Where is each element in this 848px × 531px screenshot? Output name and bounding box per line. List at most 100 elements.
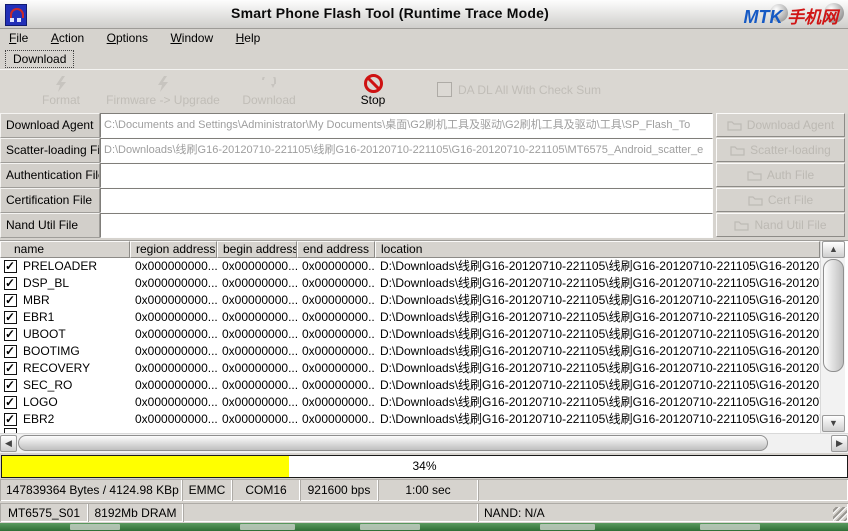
download-agent-path-field[interactable]: C:\Documents and Settings\Administrator\… — [100, 113, 713, 138]
status-empty-panel — [478, 479, 848, 501]
end-address-cell: 0x00000000... — [297, 309, 375, 326]
vertical-scrollbar[interactable]: ▲ ▼ — [820, 241, 845, 433]
begin-address-cell: 0x00000000... — [217, 326, 297, 343]
cert-file-browse-button[interactable]: Cert File — [716, 188, 845, 212]
partition-name: DSP_BL — [23, 275, 69, 292]
status-bytes: 147839364 Bytes / 4124.98 KBp — [0, 479, 182, 501]
location-cell: D:\Downloads\线刷G16-20120710-221105\线刷G16… — [375, 258, 820, 275]
status-com-port: COM16 — [232, 479, 300, 501]
scroll-right-icon[interactable]: ▶ — [831, 435, 848, 452]
nand-util-browse-button[interactable]: Nand Util File — [716, 213, 845, 237]
da-dl-checksum-checkbox[interactable]: DA DL All With Check Sum — [437, 82, 601, 97]
region-address-cell: 0x000000000... — [130, 343, 217, 360]
column-header-region-address[interactable]: region address — [130, 241, 217, 258]
auth-file-path-field[interactable] — [100, 163, 713, 188]
row-checkbox-checked[interactable] — [4, 413, 17, 426]
app-window: Smart Phone Flash Tool (Runtime Trace Mo… — [0, 0, 848, 531]
status-dram: 8192Mb DRAM — [88, 503, 183, 522]
column-header-location[interactable]: location — [375, 241, 820, 258]
table-row[interactable]: EBR1 0x000000000... 0x00000000... 0x0000… — [0, 309, 820, 326]
horizontal-scrollbar[interactable]: ◀ ▶ — [0, 433, 848, 453]
region-address-cell: 0x000000000... — [130, 394, 217, 411]
stop-button[interactable]: Stop — [336, 74, 410, 107]
column-header-begin-address[interactable]: begin address — [217, 241, 297, 258]
begin-address-cell: 0x00000000... — [217, 275, 297, 292]
download-button[interactable]: Download — [228, 74, 310, 107]
stop-icon — [364, 74, 383, 93]
region-address-cell: 0x000000000... — [130, 326, 217, 343]
tab-strip: Download — [0, 48, 848, 68]
end-address-cell: 0x00000000... — [297, 275, 375, 292]
menu-options[interactable]: Options — [98, 29, 157, 47]
menu-file[interactable]: File — [0, 29, 37, 47]
table-row[interactable]: DSP_BL 0x000000000... 0x00000000... 0x00… — [0, 275, 820, 292]
cert-file-label: Certification File — [0, 188, 100, 213]
status-empty-panel — [183, 503, 478, 522]
auth-file-label: Authentication File — [0, 163, 100, 188]
row-checkbox-checked[interactable] — [4, 362, 17, 375]
table-row[interactable]: BOOTIMG 0x000000000... 0x00000000... 0x0… — [0, 343, 820, 360]
resize-grip[interactable] — [833, 507, 847, 521]
mtk-logo: MTK 手机网 — [744, 3, 838, 25]
horizontal-scroll-thumb[interactable] — [18, 435, 768, 451]
vertical-scroll-thumb[interactable] — [823, 259, 844, 372]
scatter-file-path-field[interactable]: D:\Downloads\线刷G16-20120710-221105\线刷G16… — [100, 138, 713, 163]
partition-table: name region address begin address end ad… — [0, 240, 848, 452]
partition-name: MBR — [23, 292, 50, 309]
scatter-file-label: Scatter-loading File — [0, 138, 100, 163]
column-header-end-address[interactable]: end address — [297, 241, 375, 258]
row-checkbox-checked[interactable] — [4, 379, 17, 392]
progress-percent: 34% — [2, 456, 847, 477]
folder-icon — [727, 120, 742, 131]
scroll-up-icon[interactable]: ▲ — [822, 241, 845, 258]
partition-name: SEC_RO — [23, 377, 72, 394]
menu-window[interactable]: Window — [161, 29, 222, 47]
region-address-cell: 0x000000000... — [130, 309, 217, 326]
partition-name: LOGO — [23, 394, 58, 411]
scroll-down-icon[interactable]: ▼ — [822, 415, 845, 432]
scatter-file-browse-button[interactable]: Scatter-loading — [716, 138, 845, 162]
tab-download[interactable]: Download — [5, 50, 74, 68]
menu-help[interactable]: Help — [227, 29, 270, 47]
row-checkbox-checked[interactable] — [4, 345, 17, 358]
begin-address-cell: 0x00000000... — [217, 292, 297, 309]
region-address-cell: 0x000000000... — [130, 360, 217, 377]
firmware-upgrade-button[interactable]: Firmware -> Upgrade — [103, 74, 223, 107]
row-checkbox-checked[interactable] — [4, 294, 17, 307]
firmware-upgrade-label: Firmware -> Upgrade — [103, 93, 223, 107]
table-row[interactable]: RECOVERY 0x000000000... 0x00000000... 0x… — [0, 360, 820, 377]
table-row[interactable]: UBOOT 0x000000000... 0x00000000... 0x000… — [0, 326, 820, 343]
end-address-cell: 0x00000000... — [297, 343, 375, 360]
row-checkbox-checked[interactable] — [4, 328, 17, 341]
region-address-cell: 0x000000000... — [130, 275, 217, 292]
nand-util-file-path-field[interactable] — [100, 213, 713, 238]
end-address-cell: 0x00000000... — [297, 326, 375, 343]
location-cell: D:\Downloads\线刷G16-20120710-221105\线刷G16… — [375, 360, 820, 377]
row-checkbox-checked[interactable] — [4, 396, 17, 409]
table-row[interactable]: MBR 0x000000000... 0x00000000... 0x00000… — [0, 292, 820, 309]
scroll-left-icon[interactable]: ◀ — [0, 435, 17, 452]
location-cell: D:\Downloads\线刷G16-20120710-221105\线刷G16… — [375, 343, 820, 360]
table-row[interactable]: SEC_RO 0x000000000... 0x00000000... 0x00… — [0, 377, 820, 394]
end-address-cell: 0x00000000... — [297, 360, 375, 377]
table-row[interactable]: EBR2 0x000000000... 0x00000000... 0x0000… — [0, 411, 820, 428]
logo-mtk-text: MTK — [744, 7, 783, 27]
download-agent-browse-button[interactable]: Download Agent — [716, 113, 845, 137]
toolbar: Format Firmware -> Upgrade Download Stop… — [0, 69, 848, 114]
auth-file-browse-button[interactable]: Auth File — [716, 163, 845, 187]
location-cell: D:\Downloads\线刷G16-20120710-221105\线刷G16… — [375, 411, 820, 428]
format-button[interactable]: Format — [22, 74, 100, 107]
folder-icon — [748, 195, 763, 206]
cert-file-path-field[interactable] — [100, 188, 713, 213]
menu-action[interactable]: Action — [42, 29, 93, 47]
region-address-cell: 0x000000000... — [130, 411, 217, 428]
row-checkbox-checked[interactable] — [4, 311, 17, 324]
begin-address-cell: 0x00000000... — [217, 411, 297, 428]
row-checkbox-checked[interactable] — [4, 260, 17, 273]
table-row[interactable]: PRELOADER 0x000000000... 0x00000000... 0… — [0, 258, 820, 275]
column-header-name[interactable]: name — [0, 241, 130, 258]
format-icon — [22, 74, 100, 93]
table-row[interactable]: LOGO 0x000000000... 0x00000000... 0x0000… — [0, 394, 820, 411]
title-bar: Smart Phone Flash Tool (Runtime Trace Mo… — [0, 0, 848, 29]
row-checkbox-checked[interactable] — [4, 277, 17, 290]
